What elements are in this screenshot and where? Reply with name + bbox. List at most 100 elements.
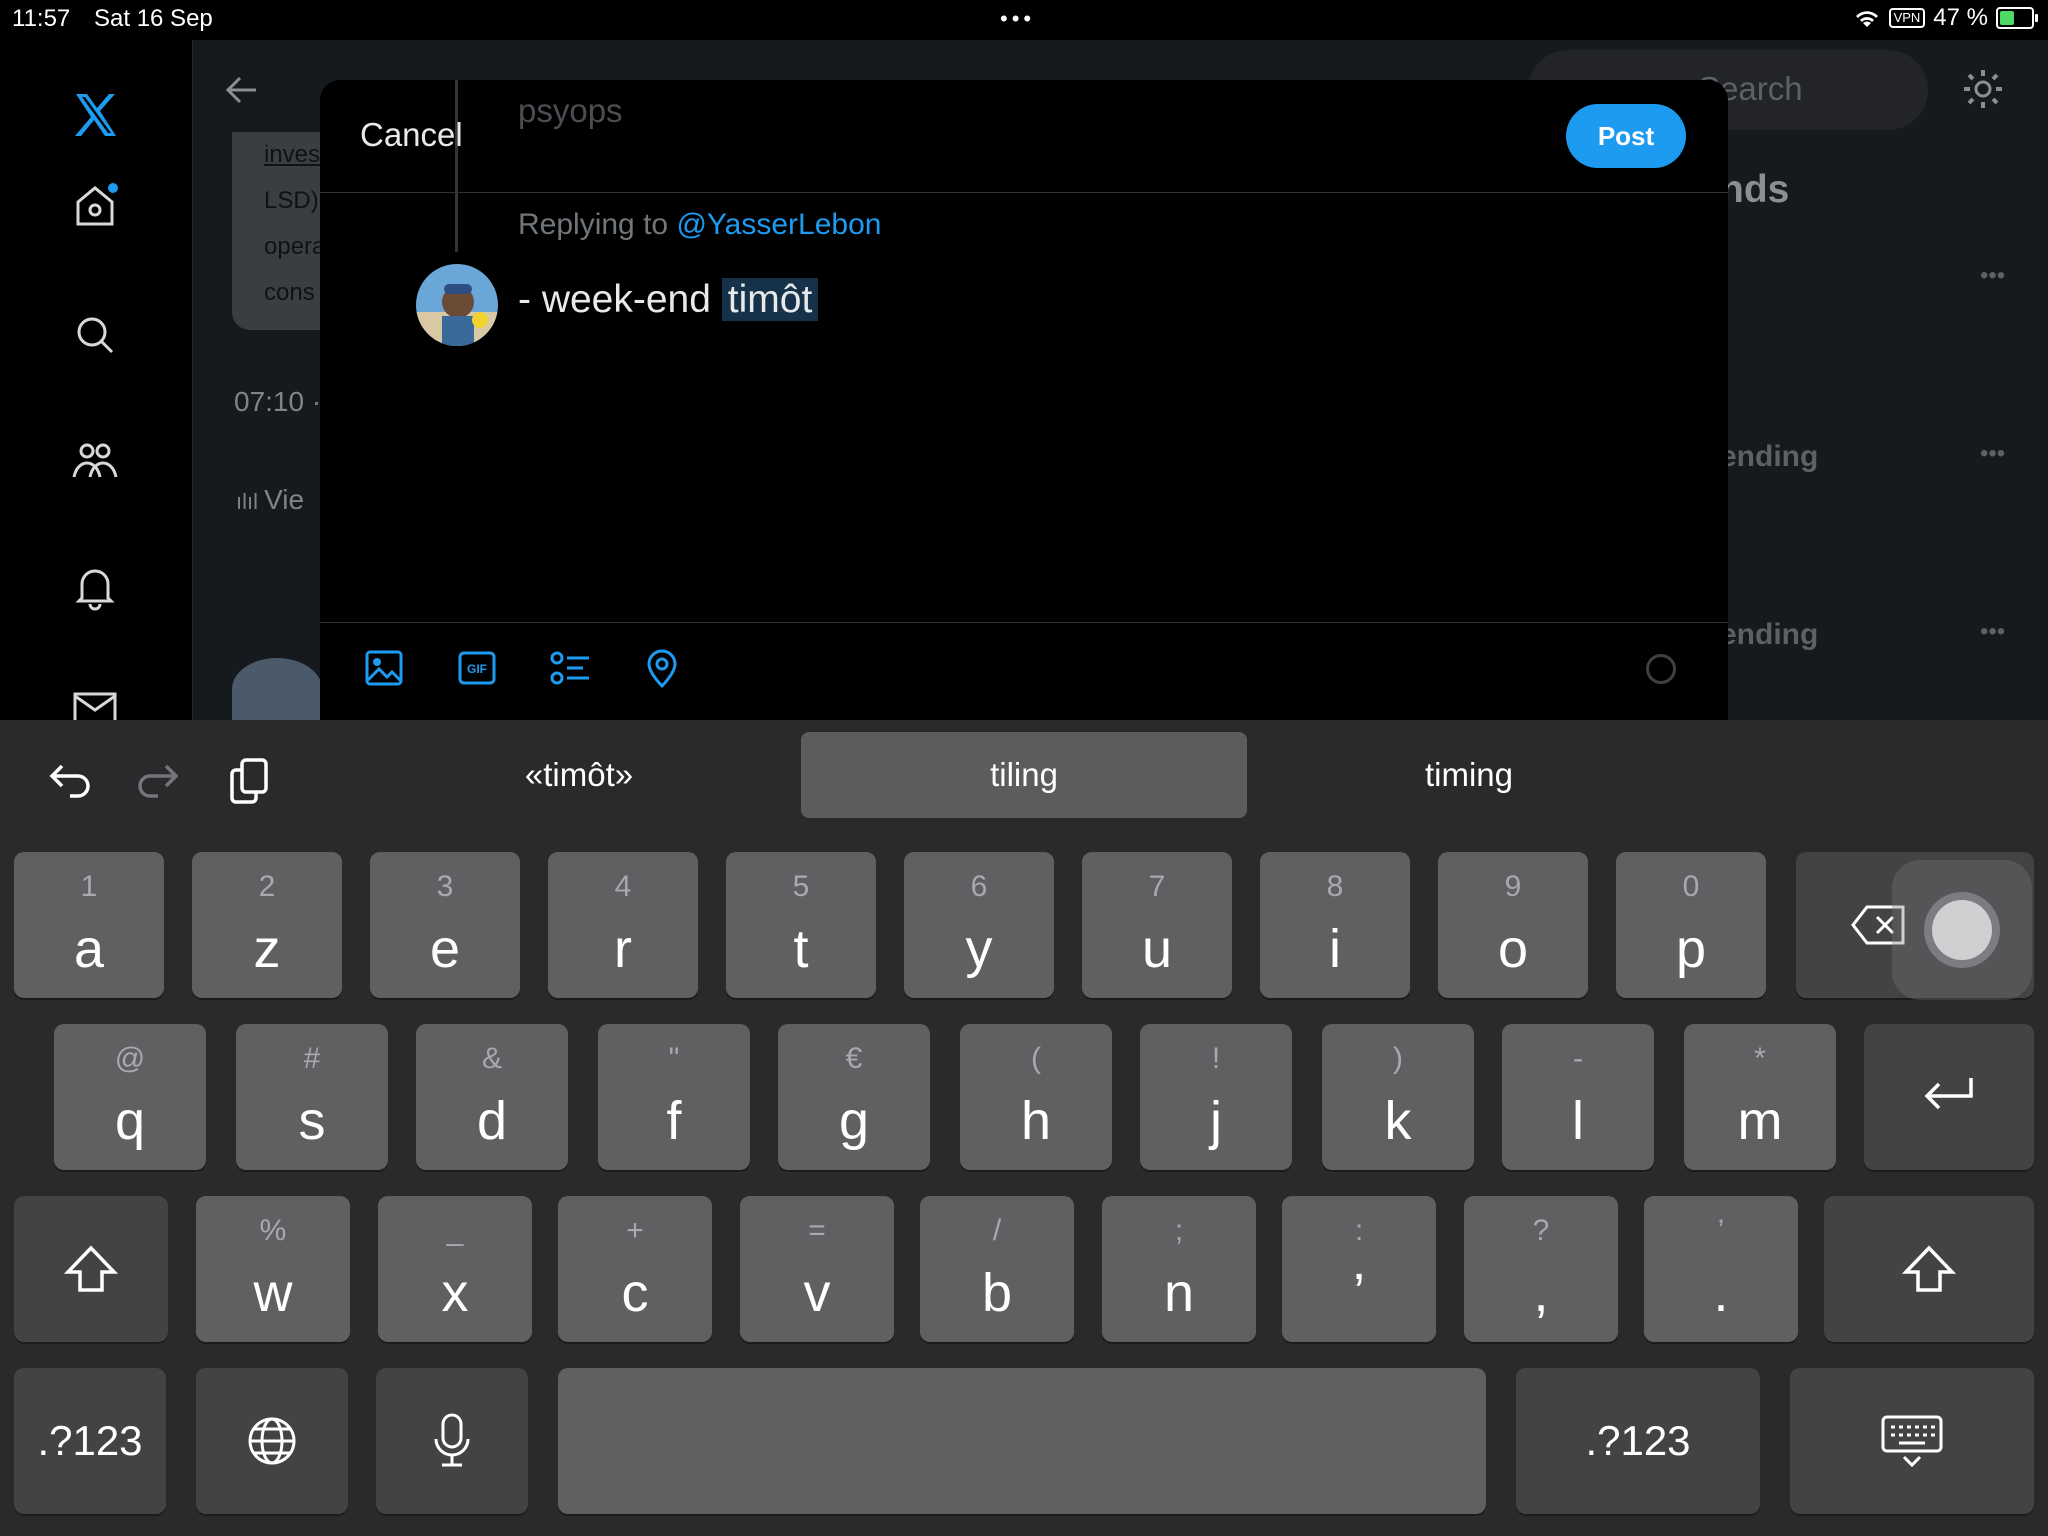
mic-icon [434, 1413, 470, 1467]
key-y[interactable]: 6y [904, 852, 1054, 998]
key-z[interactable]: 2z [192, 852, 342, 998]
key-m[interactable]: * m [1684, 1024, 1836, 1170]
shift-icon [64, 1245, 118, 1292]
search-icon[interactable] [70, 310, 120, 360]
dismiss-keyboard-key[interactable] [1790, 1368, 2034, 1514]
divider [320, 622, 1728, 623]
back-arrow-icon[interactable] [222, 70, 262, 110]
key-i[interactable]: 8i [1260, 852, 1410, 998]
compose-textarea[interactable]: - week-end timôt [518, 278, 819, 322]
wifi-icon [1855, 11, 1878, 27]
bell-icon[interactable] [70, 562, 120, 612]
key-x[interactable]: _ x [378, 1196, 532, 1342]
selected-text: timôt [721, 278, 819, 321]
numbers-key-right[interactable]: .?123 [1516, 1368, 1760, 1514]
snippet-line: inves [264, 141, 321, 168]
thread-line [455, 80, 458, 252]
key-apostrophe[interactable]: :’ [1282, 1196, 1436, 1342]
trending-label: ending [1720, 440, 1819, 473]
key-e[interactable]: 3e [370, 852, 520, 998]
dictation-key[interactable] [376, 1368, 528, 1514]
key-s[interactable]: # s [236, 1024, 388, 1170]
trends-title: nds [1720, 168, 1790, 211]
key-l[interactable]: -l [1502, 1024, 1654, 1170]
image-icon[interactable] [362, 646, 406, 690]
key-period[interactable]: ’. [1644, 1196, 1798, 1342]
key-p[interactable]: 0p [1616, 852, 1766, 998]
undo-icon[interactable] [40, 750, 100, 810]
svg-text:GIF: GIF [467, 662, 487, 676]
shift-key-left[interactable] [14, 1196, 168, 1342]
x-logo-icon[interactable] [70, 90, 120, 140]
multitasking-dots[interactable]: ••• [1000, 6, 1035, 32]
key-c[interactable]: + c [558, 1196, 712, 1342]
quoted-tweet-text: psyops [518, 92, 623, 129]
key-w[interactable]: % w [196, 1196, 350, 1342]
key-u[interactable]: 7u [1082, 852, 1232, 998]
key-f[interactable]: " f [598, 1024, 750, 1170]
status-bar: 11:57 Sat 16 Sep ••• VPN 47 % [0, 0, 2048, 40]
key-a[interactable]: 1a [14, 852, 164, 998]
suggestion[interactable]: «timôt» [356, 732, 802, 818]
shift-icon [1902, 1245, 1956, 1292]
battery-icon [1996, 7, 2038, 29]
views-label: ılıl Vie [236, 484, 305, 515]
sidebar [0, 40, 193, 720]
key-h[interactable]: (h [960, 1024, 1112, 1170]
suggestion-selected[interactable]: tiling [801, 732, 1247, 818]
quoted-card: inves LSD) opera cons [232, 132, 326, 330]
snippet-line: cons [264, 279, 315, 306]
space-bar[interactable] [558, 1368, 1486, 1514]
onscreen-keyboard: «timôt» tiling timing 1a 2z 3e 4r 5t 6y … [0, 720, 2048, 1536]
tweet-timestamp: 07:10 · [234, 386, 322, 417]
keyboard-dismiss-icon [1881, 1415, 1943, 1468]
numbers-key-left[interactable]: .?123 [14, 1368, 166, 1514]
trending-label: ending [1720, 618, 1819, 651]
key-d[interactable]: & d [416, 1024, 568, 1170]
more-icon[interactable]: ••• [1980, 440, 2005, 468]
avatar[interactable] [416, 264, 498, 346]
mail-icon[interactable] [70, 690, 120, 720]
reply-composer: psyops Cancel Post Replying to @YasserLe… [320, 80, 1728, 720]
key-j[interactable]: ! j [1140, 1024, 1292, 1170]
snippet-line: opera [264, 233, 326, 260]
battery-percent: 47 % [1933, 4, 1988, 31]
key-g[interactable]: € g [778, 1024, 930, 1170]
globe-icon [248, 1417, 296, 1465]
post-button[interactable]: Post [1566, 104, 1686, 168]
more-icon[interactable]: ••• [1980, 618, 2005, 646]
return-key[interactable] [1864, 1024, 2034, 1170]
globe-key[interactable] [196, 1368, 348, 1514]
home-icon[interactable] [70, 180, 120, 230]
key-r[interactable]: 4r [548, 852, 698, 998]
replying-to: Replying to @YasserLebon [518, 208, 882, 241]
poll-icon[interactable] [548, 646, 592, 690]
key-n[interactable]: ; n [1102, 1196, 1256, 1342]
shift-key-right[interactable] [1824, 1196, 2034, 1342]
key-v[interactable]: = v [740, 1196, 894, 1342]
gif-icon[interactable]: GIF [455, 646, 499, 690]
reply-avatar [232, 658, 322, 720]
character-count-ring [1646, 654, 1676, 684]
key-o[interactable]: 9o [1438, 852, 1588, 998]
key-k[interactable]: ) k [1322, 1024, 1474, 1170]
more-icon[interactable]: ••• [1980, 262, 2005, 290]
location-icon[interactable] [640, 646, 684, 690]
reply-handle-link[interactable]: @YasserLebon [676, 208, 881, 241]
key-t[interactable]: 5t [726, 852, 876, 998]
suggestion[interactable]: timing [1246, 732, 1692, 818]
divider [320, 192, 1728, 193]
communities-icon[interactable] [70, 435, 120, 485]
return-icon [1924, 1078, 1973, 1110]
key-comma[interactable]: ?, [1464, 1196, 1618, 1342]
cancel-button[interactable]: Cancel [360, 116, 463, 154]
key-b[interactable]: / b [920, 1196, 1074, 1342]
paste-icon[interactable] [220, 750, 280, 810]
gear-icon[interactable] [1960, 66, 2006, 112]
redo-icon[interactable] [128, 750, 188, 810]
vpn-badge: VPN [1888, 8, 1926, 28]
key-q[interactable]: @ q [54, 1024, 206, 1170]
assistive-touch-button[interactable] [1892, 860, 2032, 1000]
status-time: 11:57 [12, 5, 71, 32]
status-date: Sat 16 Sep [94, 5, 213, 32]
